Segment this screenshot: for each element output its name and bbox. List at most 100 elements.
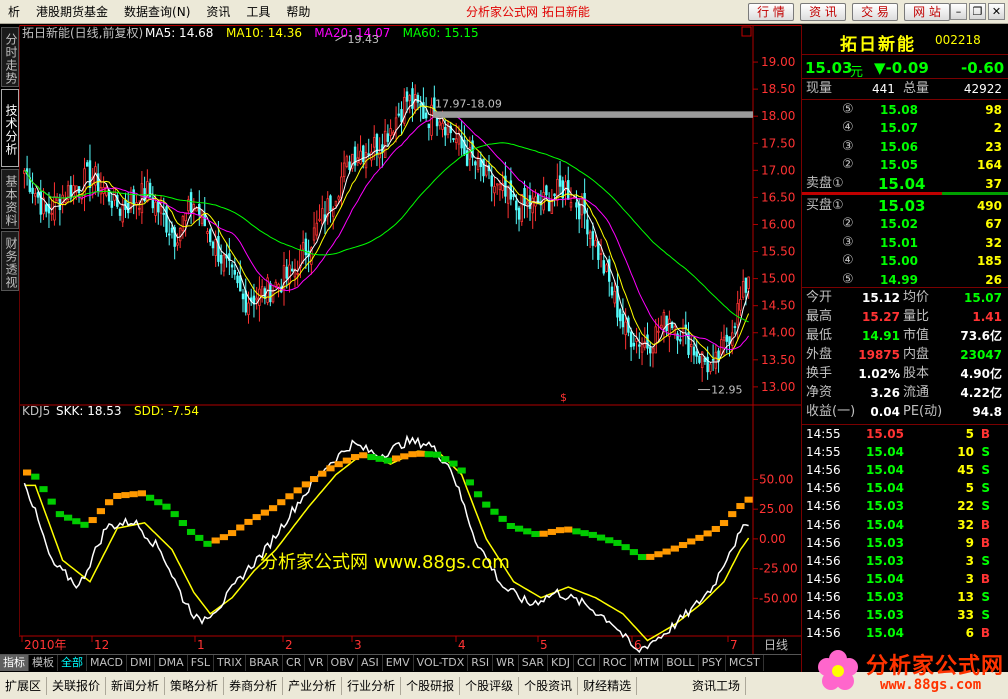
- indicator-tab[interactable]: OBV: [328, 655, 358, 671]
- status-tab[interactable]: 券商分析: [224, 676, 284, 695]
- status-tab[interactable]: 策略分析: [165, 676, 225, 695]
- tick-price: 15.04: [866, 626, 904, 641]
- indicator-tab[interactable]: MCST: [726, 655, 764, 671]
- candle-body: [744, 277, 748, 293]
- indicator-tab[interactable]: VR: [305, 655, 328, 671]
- candle-body: [334, 200, 338, 206]
- kdj-step: [293, 487, 302, 494]
- kdj-step: [621, 544, 630, 551]
- candle-body: [184, 212, 187, 222]
- tab-fundamental[interactable]: 基本资料: [1, 169, 19, 229]
- minimize-icon[interactable]: –: [950, 3, 967, 20]
- candle-body: [345, 156, 349, 167]
- kdj-step: [367, 454, 376, 461]
- indicator-tab[interactable]: PSY: [699, 655, 726, 671]
- candle-body: [241, 293, 245, 300]
- ask-price: 15.07: [880, 121, 918, 136]
- candle-body: [214, 239, 217, 256]
- trade-button[interactable]: 交 易: [852, 3, 898, 21]
- indicator-tab[interactable]: 指标: [0, 655, 29, 671]
- candle-body: [722, 336, 726, 341]
- status-tab[interactable]: 产业分析: [283, 676, 343, 695]
- indicator-tab[interactable]: BOLL: [663, 655, 699, 671]
- y-tick-label: 15.50: [761, 245, 795, 259]
- indicator-tab[interactable]: ROC: [600, 655, 631, 671]
- candle-body: [340, 176, 343, 199]
- kline-chart[interactable]: 19.00 18.50 18.00 17.50 17.00 16.50 16.00 15.50…: [20, 25, 801, 654]
- indicator-tab[interactable]: MTM: [631, 655, 664, 671]
- status-tab[interactable]: 行业分析: [342, 676, 402, 695]
- candle-body: [392, 131, 395, 135]
- indicator-tab[interactable]: BRAR: [246, 655, 284, 671]
- period-label[interactable]: 日线: [764, 638, 788, 652]
- indicator-tab[interactable]: 全部: [58, 655, 87, 671]
- candle-body: [208, 229, 212, 243]
- kdj-step: [506, 523, 515, 529]
- indicator-tab[interactable]: MACD: [87, 655, 127, 671]
- stat-value: 0.04: [870, 405, 900, 419]
- ma-label: MA5: 14.68: [145, 26, 213, 40]
- candle-body: [649, 347, 652, 354]
- indicator-tab[interactable]: FSL: [188, 655, 214, 671]
- volume-row: 现量 441 总量 42922: [806, 81, 1002, 96]
- tick-time: 14:55: [806, 445, 841, 460]
- status-tab[interactable]: 扩展区: [0, 676, 48, 695]
- status-tab[interactable]: 个股研报: [401, 676, 461, 695]
- indicator-tab[interactable]: WR: [493, 655, 519, 671]
- candle-body: [561, 180, 565, 199]
- tick-volume: 33: [957, 608, 974, 622]
- indicator-tab[interactable]: DMA: [155, 655, 188, 671]
- indicator-tab[interactable]: ASI: [358, 655, 383, 671]
- stat-value: 94.8: [972, 405, 1002, 419]
- status-tab[interactable]: 新闻分析: [106, 676, 166, 695]
- tab-intraday[interactable]: 分时走势: [1, 27, 19, 87]
- menu-item-help[interactable]: 帮助: [278, 0, 318, 24]
- status-tab[interactable]: 个股资讯: [519, 676, 579, 695]
- watermark: 分析家公式网 www.88gs.com: [260, 552, 510, 573]
- ask-level: 卖盘①: [806, 175, 844, 191]
- website-button[interactable]: 网 站: [904, 3, 950, 21]
- candle-body: [337, 196, 340, 200]
- candle-body: [413, 94, 417, 111]
- news-button[interactable]: 资 讯: [800, 3, 846, 21]
- kdj-step: [309, 476, 319, 483]
- kdj-step: [654, 551, 663, 558]
- tick-side: S: [981, 445, 990, 460]
- tab-technical[interactable]: 技术分析: [1, 89, 19, 167]
- indicator-tab[interactable]: VOL-TDX: [414, 655, 469, 671]
- status-tab[interactable]: 个股评级: [460, 676, 520, 695]
- indicator-tab[interactable]: DMI: [127, 655, 156, 671]
- bid-price: 14.99: [880, 272, 918, 287]
- indicator-tab[interactable]: KDJ: [548, 655, 574, 671]
- indicator-tab[interactable]: CR: [283, 655, 306, 671]
- candle-body: [692, 346, 696, 356]
- indicator-tab[interactable]: TRIX: [214, 655, 247, 671]
- ask-volume: 23: [985, 139, 1002, 154]
- candle-body: [444, 127, 447, 136]
- candle-body: [132, 189, 135, 205]
- status-tab[interactable]: 财经精选: [578, 676, 638, 695]
- indicator-tab[interactable]: CCI: [574, 655, 600, 671]
- indicator-tab[interactable]: SAR: [519, 655, 549, 671]
- close-icon[interactable]: ✕: [988, 3, 1005, 20]
- status-right-info[interactable]: 资讯工场: [687, 676, 746, 695]
- menu-item-tools[interactable]: 工具: [238, 0, 278, 24]
- tick-price: 15.04: [866, 463, 904, 478]
- indicator-tab[interactable]: RSI: [468, 655, 494, 671]
- kdj-step: [260, 509, 269, 516]
- menu-item-hk-futures[interactable]: 港股期货基金: [28, 0, 116, 24]
- kdj-step: [359, 452, 368, 459]
- stock-code: 002218: [935, 33, 981, 47]
- tab-financial[interactable]: 财务透视: [1, 231, 19, 291]
- menu-item-data-query[interactable]: 数据查询(N): [116, 0, 198, 24]
- candle-body: [312, 227, 316, 241]
- menu-item-news[interactable]: 资讯: [198, 0, 238, 24]
- indicator-tab[interactable]: 模板: [29, 655, 58, 671]
- indicator-tab[interactable]: EMV: [383, 655, 414, 671]
- restore-icon[interactable]: ❐: [969, 3, 986, 20]
- quote-button[interactable]: 行 情: [748, 3, 794, 21]
- kdj-step: [482, 501, 491, 508]
- status-tab[interactable]: 关联报价: [47, 676, 107, 695]
- candle-body: [739, 299, 742, 311]
- menu-item-0[interactable]: 析: [0, 0, 28, 24]
